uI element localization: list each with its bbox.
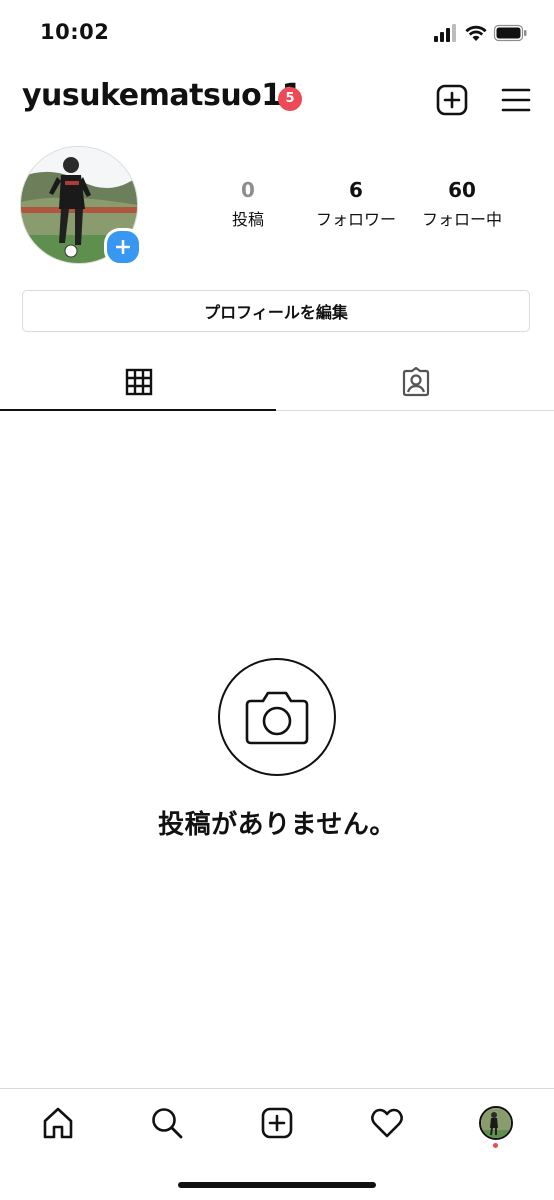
nav-profile[interactable] — [476, 1103, 516, 1148]
notification-badge: 5 — [278, 87, 302, 111]
following-count: 60 — [448, 178, 476, 202]
signal-icon — [434, 24, 456, 42]
notification-dot — [493, 1143, 498, 1148]
new-post-icon — [436, 84, 468, 116]
menu-icon — [501, 88, 531, 112]
empty-state: 投稿がありません。 — [0, 658, 554, 841]
posts-label: 投稿 — [231, 210, 264, 229]
battery-icon — [493, 24, 527, 42]
grid-icon — [125, 368, 152, 396]
edit-profile-button[interactable]: プロフィールを編集 — [22, 290, 530, 332]
camera-icon — [245, 691, 309, 745]
posts-count: 0 — [241, 178, 255, 202]
following-label: フォロー中 — [421, 210, 502, 229]
new-post-button[interactable] — [434, 82, 470, 118]
profile-avatar-photo — [481, 1108, 511, 1138]
wifi-icon — [465, 25, 487, 41]
profile-avatar — [479, 1106, 513, 1140]
status-time: 10:02 — [40, 20, 110, 44]
avatar-container[interactable] — [20, 146, 142, 266]
empty-state-message: 投稿がありません。 — [158, 810, 396, 840]
stat-followers[interactable]: 6 フォロワー — [306, 178, 406, 230]
nav-search[interactable] — [147, 1103, 187, 1143]
username[interactable]: yusukematsuo11 — [22, 78, 303, 113]
followers-label: フォロワー — [315, 210, 396, 229]
stat-posts: 0 投稿 — [198, 178, 298, 230]
plus-icon — [116, 240, 130, 254]
nav-new-post[interactable] — [257, 1103, 297, 1143]
tagged-icon — [402, 367, 429, 397]
status-icons — [434, 24, 527, 42]
bottom-nav — [0, 1088, 554, 1159]
profile-tabs — [0, 354, 554, 411]
nav-activity[interactable] — [367, 1103, 407, 1143]
nav-home[interactable] — [38, 1103, 78, 1143]
status-bar: 10:02 — [0, 0, 554, 64]
home-icon — [43, 1107, 73, 1139]
stat-following[interactable]: 60 フォロー中 — [412, 178, 512, 230]
search-icon — [152, 1108, 183, 1139]
new-post-icon — [261, 1107, 293, 1139]
tab-grid[interactable] — [0, 354, 277, 411]
camera-circle — [218, 658, 336, 776]
add-story-button[interactable] — [104, 228, 142, 266]
active-tab-indicator — [0, 409, 276, 411]
heart-icon — [371, 1108, 403, 1138]
tab-tagged[interactable] — [277, 354, 554, 410]
profile-header: yusukematsuo11 5 — [0, 74, 554, 126]
home-indicator — [178, 1182, 376, 1188]
followers-count: 6 — [349, 178, 363, 202]
menu-button[interactable] — [498, 82, 534, 118]
